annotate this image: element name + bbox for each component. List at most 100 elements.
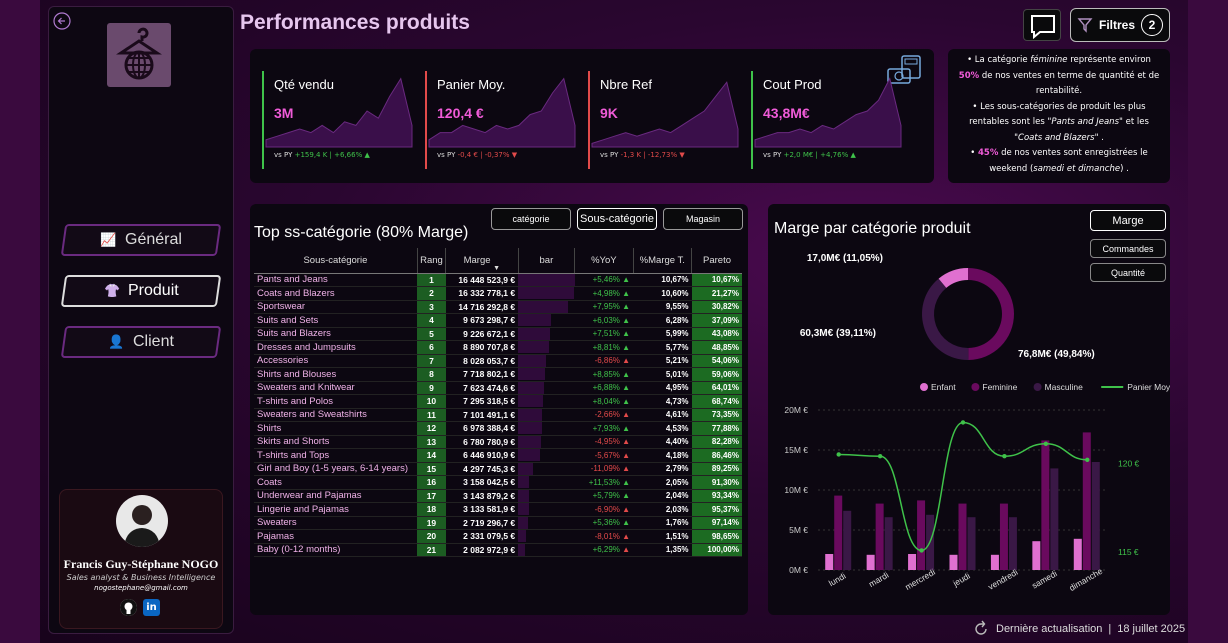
table-row[interactable]: Lingerie and Pajamas 18 3 133 581,9 € -6,90…	[254, 502, 742, 517]
cell-rank: 7	[417, 354, 446, 368]
cell-subcategory: Sweaters	[254, 516, 418, 530]
cell-yoy: +6,29% ▲	[574, 543, 634, 557]
back-arrow-icon[interactable]	[53, 12, 71, 30]
cell-yoy: -4,95% ▲	[574, 435, 634, 449]
table-row[interactable]: Baby (0-12 months) 21 2 082 972,9 € +6,29% …	[254, 543, 742, 557]
subcategory-table: Sous-catégorie Rang Marge ▼ bar %YoY %Ma…	[254, 248, 742, 557]
nav-general-label: Général	[124, 231, 182, 248]
chat-button[interactable]	[1023, 9, 1061, 41]
kpi-card-nbre-ref: Nbre Ref 9K vs PY -1,3 K | -12,73% ▼	[588, 71, 739, 169]
cell-pareto: 48,85%	[691, 340, 742, 355]
table-row[interactable]: Shirts 12 6 978 388,4 € +7,93% ▲ 4,53% 77,88%	[254, 421, 742, 436]
cell-yoy: -11,09% ▲	[574, 462, 634, 476]
last-update-date: 18 juillet 2025	[1117, 623, 1186, 635]
kpi-compare: vs PY +159,4 K | +6,66% ▲	[274, 151, 370, 159]
kpi-card-qte: Qté vendu 3M vs PY +159,4 K | +6,66% ▲	[262, 71, 413, 169]
table-row[interactable]: Dresses and Jumpsuits 6 8 890 707,8 € +8,81…	[254, 340, 742, 355]
col-header[interactable]: %Marge T.	[633, 248, 693, 274]
cell-margin-share: 2,05%	[633, 475, 692, 490]
bar-masculine	[967, 517, 976, 570]
marge-button[interactable]: Marge	[1090, 210, 1166, 231]
social-links: in	[120, 599, 160, 616]
cell-bar	[518, 286, 575, 301]
col-header[interactable]: bar	[518, 248, 576, 274]
table-row[interactable]: Coats and Blazers 2 16 332 778,1 € +4,98% ▲…	[254, 286, 742, 301]
filters-button[interactable]: Filtres 2	[1070, 8, 1170, 42]
col-header[interactable]: Pareto	[691, 248, 742, 274]
x-tick-label: mardi	[867, 570, 891, 589]
nav-general[interactable]: 📈 Général	[60, 224, 222, 256]
bar-enfant	[908, 554, 917, 570]
y-tick-label: 5M €	[789, 525, 808, 535]
tab-sous-categorie[interactable]: Sous-catégorie	[577, 208, 657, 230]
linkedin-icon[interactable]: in	[143, 599, 160, 616]
table-row[interactable]: Girl and Boy (1-5 years, 6-14 years) 15 4 …	[254, 462, 742, 476]
tab-categorie[interactable]: catégorie	[491, 208, 571, 230]
col-header[interactable]: Sous-catégorie	[254, 248, 418, 274]
cell-subcategory: T-shirts and Polos	[254, 394, 418, 409]
cell-subcategory: Suits and Sets	[254, 313, 418, 328]
kpi-value: 120,4 €	[437, 105, 484, 121]
cell-rank: 13	[417, 435, 446, 449]
table-row[interactable]: Skirts and Shorts 13 6 780 780,9 € -4,95% ▲…	[254, 435, 742, 449]
margin-bar	[518, 489, 529, 502]
table-row[interactable]: Pajamas 20 2 331 079,5 € -8,01% ▲ 1,51% 98,65…	[254, 529, 742, 544]
table-row[interactable]: Pants and Jeans 1 16 448 523,9 € +5,46% ▲ 10…	[254, 273, 742, 287]
table-row[interactable]: Coats 16 3 158 042,5 € +11,53% ▲ 2,05% 91,30%	[254, 475, 742, 490]
table-row[interactable]: Sweaters and Sweatshirts 11 7 101 491,1 € -…	[254, 408, 742, 422]
github-icon[interactable]	[120, 599, 137, 616]
cell-pareto: 95,37%	[691, 502, 742, 517]
table-row[interactable]: Shirts and Blouses 8 7 718 802,1 € +8,85% ▲…	[254, 367, 742, 382]
cell-rank: 16	[417, 475, 446, 490]
nav-client[interactable]: 👤 Client	[60, 326, 222, 358]
insight-2: • Les sous-catégories de produit les plu…	[969, 101, 1149, 143]
profile-card: Francis Guy-Stéphane NOGO Sales analyst …	[59, 489, 223, 629]
cell-bar	[518, 502, 575, 517]
sort-desc-icon: ▼	[493, 264, 501, 272]
last-update-label: Dernière actualisation	[996, 623, 1103, 635]
col-header[interactable]: %YoY	[574, 248, 634, 274]
cell-bar	[518, 327, 575, 341]
profile-role: Sales analyst & Business Intelligence	[66, 573, 216, 582]
cell-margin-share: 1,35%	[633, 543, 692, 557]
cell-yoy: +8,04% ▲	[574, 394, 634, 409]
bar-enfant	[1073, 538, 1082, 570]
cell-pareto: 100,00%	[691, 543, 742, 557]
bar-enfant	[825, 554, 834, 570]
margin-bar	[518, 422, 542, 435]
col-header[interactable]: Rang	[417, 248, 447, 274]
avatar	[116, 495, 168, 547]
table-row[interactable]: Sweaters 19 2 719 296,7 € +5,36% ▲ 1,76% 97,1…	[254, 516, 742, 530]
refresh-icon[interactable]	[972, 620, 990, 638]
cell-subcategory: Girl and Boy (1-5 years, 6-14 years)	[254, 462, 418, 476]
chat-icon	[1031, 15, 1055, 40]
chart-icon: 📈	[100, 232, 117, 247]
margin-bar	[518, 354, 546, 367]
col-header[interactable]: Marge ▼	[445, 248, 519, 274]
profile-name: Francis Guy-Stéphane NOGO	[63, 557, 219, 571]
cell-yoy: -6,86% ▲	[574, 354, 634, 368]
cell-yoy: +5,36% ▲	[574, 516, 634, 530]
table-row[interactable]: Suits and Sets 4 9 673 298,7 € +6,03% ▲ 6,28…	[254, 313, 742, 328]
cell-yoy: -6,90% ▲	[574, 502, 634, 517]
table-row[interactable]: Accessories 7 8 028 053,7 € -6,86% ▲ 5,21% 54…	[254, 354, 742, 368]
table-row[interactable]: Suits and Blazers 5 9 226 672,1 € +7,51% ▲ 5…	[254, 327, 742, 341]
cell-yoy: -8,01% ▲	[574, 529, 634, 544]
tab-magasin[interactable]: Magasin	[663, 208, 743, 230]
cell-bar	[518, 529, 575, 544]
logo	[107, 23, 171, 87]
nav-produit[interactable]: 👚 Produit	[60, 275, 222, 307]
table-row[interactable]: Sweaters and Knitwear 9 7 623 474,6 € +6,88…	[254, 381, 742, 395]
cell-margin-share: 5,01%	[633, 367, 692, 382]
cell-margin: 16 332 778,1 €	[445, 286, 519, 301]
margin-bar	[518, 408, 543, 421]
table-row[interactable]: Underwear and Pajamas 17 3 143 879,2 € +5,7…	[254, 489, 742, 503]
table-row[interactable]: Sportswear 3 14 716 292,8 € +7,95% ▲ 9,55% 30…	[254, 300, 742, 314]
line-point	[919, 548, 924, 553]
table-row[interactable]: T-shirts and Tops 14 6 446 910,9 € -5,67% ▲…	[254, 448, 742, 463]
table-row[interactable]: T-shirts and Polos 10 7 295 318,5 € +8,04% …	[254, 394, 742, 409]
legend-label: Panier Moy.	[1127, 382, 1170, 392]
cell-margin-share: 6,28%	[633, 313, 692, 328]
insights-panel: • La catégorie féminine représente envir…	[948, 49, 1170, 183]
line-point	[877, 454, 883, 459]
